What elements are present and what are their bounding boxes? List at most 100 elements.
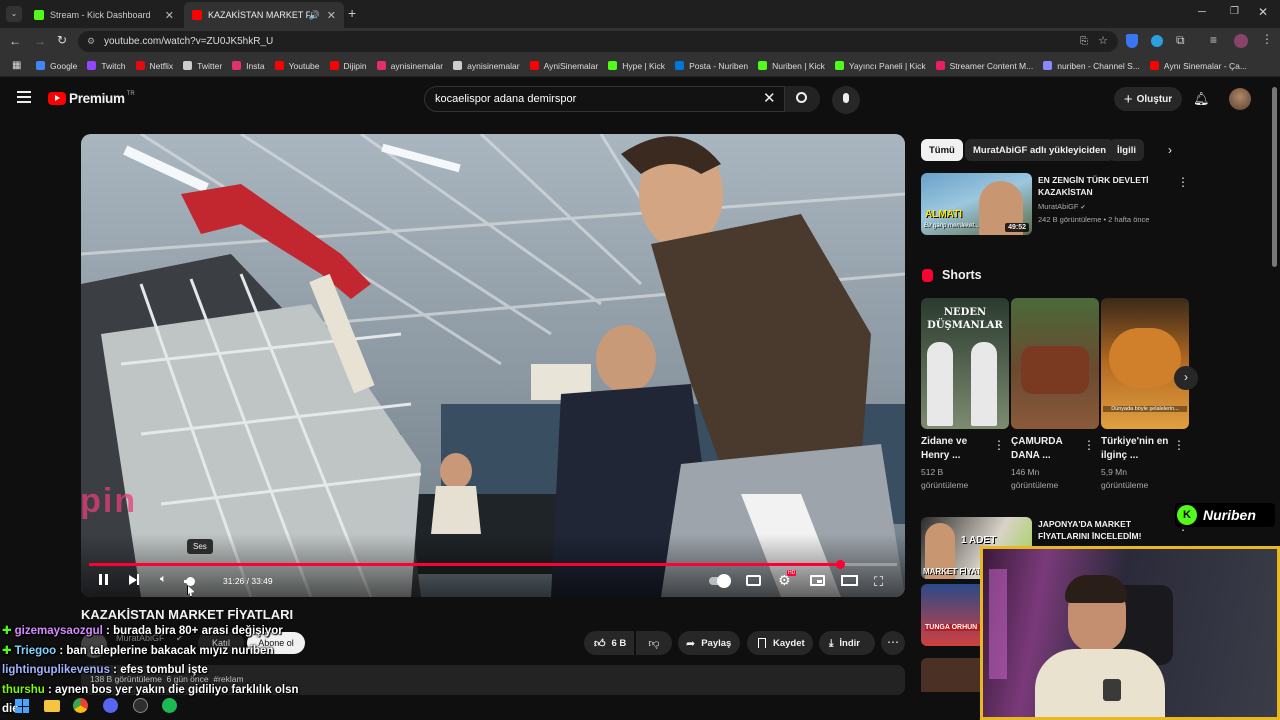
video-player[interactable]: dijipin Ses 🔈︎ 31:26 / 33:49 ⚙ HD [81, 134, 905, 597]
new-tab-icon[interactable]: + [348, 5, 356, 21]
tab-kick-dashboard[interactable]: Stream - Kick Dashboard ✕ [26, 2, 182, 28]
search-input[interactable]: kocaelispor adana demirspor ✕ [424, 86, 820, 112]
minimize-icon[interactable]: ─ [1198, 6, 1206, 18]
short-3-title[interactable]: Türkiye'nin en ilginç ... [1101, 435, 1171, 463]
bookmark-item[interactable]: Yayıncı Paneli | Kick [834, 61, 926, 71]
page-scrollbar[interactable] [1272, 87, 1277, 267]
create-button[interactable]: + Oluştur [1114, 87, 1182, 111]
back-icon[interactable]: ← [9, 34, 21, 48]
chips-next-icon[interactable]: › [1168, 143, 1172, 157]
file-explorer-icon[interactable] [44, 700, 60, 712]
bookmark-item[interactable]: AyniSinemalar [529, 61, 598, 71]
short-2[interactable]: ÇAMURDA DANA ... 146 Mn görüntüleme ⋮ [1011, 298, 1099, 490]
chip-from-uploader[interactable]: MuratAbiGF adlı yükleyiciden [965, 139, 1115, 161]
bookmark-item[interactable]: nuriben - Channel S... [1043, 61, 1140, 71]
bookmark-item[interactable]: Nuriben | Kick [758, 61, 825, 71]
bookmark-item[interactable]: Youtube [274, 61, 320, 71]
bookmark-item[interactable]: Twitch [87, 61, 126, 71]
rec1-menu-icon[interactable]: ⋮ [1177, 175, 1189, 189]
extensions-icon[interactable]: ⧉ [1176, 33, 1185, 48]
bookmark-star-icon[interactable]: ☆ [1098, 31, 1108, 52]
bookmark-item[interactable]: Posta - Nuriben [675, 61, 748, 71]
bookmark-item[interactable]: Insta [232, 61, 265, 71]
tab-youtube-video[interactable]: KAZAKİSTAN MARKET FİYATL 🔊 ✕ [184, 2, 344, 28]
short-3-menu-icon[interactable]: ⋮ [1173, 438, 1185, 452]
tab-search-icon[interactable]: ⌄ [6, 6, 22, 22]
bookmark-item[interactable]: aynisinemalar [376, 61, 443, 71]
miniplayer-button[interactable] [810, 575, 825, 589]
chip-all[interactable]: Tümü [921, 139, 963, 161]
short-2-menu-icon[interactable]: ⋮ [1083, 438, 1095, 452]
subtitles-button[interactable] [746, 575, 761, 589]
autoplay-toggle[interactable] [709, 574, 731, 588]
restore-icon[interactable]: ❐ [1230, 6, 1239, 17]
share-button[interactable]: ➦ Paylaş [678, 631, 740, 655]
bookmark-item[interactable]: Streamer Content M... [935, 61, 1033, 71]
chip-related[interactable]: İlgili [1109, 139, 1144, 161]
youtube-logo[interactable]: Premium TR [48, 91, 135, 106]
audio-playing-icon[interactable]: 🔊 [309, 10, 320, 21]
bookmark-item[interactable]: aynisinemalar [453, 60, 520, 71]
shorts-next-button[interactable]: › [1174, 366, 1198, 390]
short-3[interactable]: Dünyada böyle şelalelerin... Türkiye'nin… [1101, 298, 1189, 490]
close-window-icon[interactable]: ✕ [1258, 5, 1268, 19]
address-input[interactable]: ⚙ youtube.com/watch?v=ZU0JK5hkR_U ⎘ ☆ [78, 31, 1118, 52]
search-button[interactable] [784, 86, 820, 112]
obs-icon[interactable] [133, 698, 148, 713]
rec1-title[interactable]: EN ZENGİN TÜRK DEVLETİ KAZAKİSTAN [1038, 174, 1168, 198]
mute-button[interactable]: 🔈︎ [160, 573, 167, 586]
dislike-button[interactable]: 👎︎ [636, 631, 672, 655]
rec2-title[interactable]: JAPONYA'DA MARKET FİYATLARINI İNCELEDİM! [1038, 518, 1168, 542]
download-button[interactable]: ⤓ İndir [819, 631, 875, 655]
volume-knob[interactable] [186, 577, 195, 586]
spotify-icon[interactable] [162, 698, 177, 713]
notifications-bell-icon[interactable]: 🔔︎ [1193, 91, 1210, 107]
like-button[interactable]: 👍︎ 6 B [584, 631, 634, 655]
bookmark-item[interactable]: Google [36, 61, 77, 71]
voice-search-button[interactable] [832, 86, 860, 114]
short-1-menu-icon[interactable]: ⋮ [993, 438, 1005, 452]
close-tab-icon[interactable]: ✕ [327, 9, 336, 22]
rec1-thumbnail[interactable]: ALMATI Bir garip memleket... 49:52 [921, 173, 1032, 235]
bookmark-item[interactable]: Hype | Kick [608, 61, 665, 71]
short-1-title[interactable]: Zidane ve Henry ... [921, 435, 991, 463]
forward-icon[interactable]: → [34, 34, 46, 48]
bookmark-item[interactable]: Dijipin [329, 61, 367, 71]
short-2-title[interactable]: ÇAMURDA DANA ... [1011, 435, 1081, 463]
bookmark-item[interactable]: Aynı Sinemalar - Ça... [1149, 61, 1247, 71]
media-control-icon[interactable]: ≡ [1210, 33, 1217, 47]
recommended-video-1[interactable]: ALMATI Bir garip memleket... 49:52 EN ZE… [921, 173, 1189, 235]
close-tab-icon[interactable]: ✕ [165, 9, 174, 22]
bookmark-item[interactable]: Netflix [135, 61, 173, 71]
short-1-thumbnail[interactable]: NEDEN DÜŞMANLAR [921, 298, 1009, 429]
profile-avatar[interactable] [1234, 34, 1248, 48]
more-actions-button[interactable]: ⋯ [881, 631, 905, 655]
save-button[interactable]: Kaydet [747, 631, 813, 655]
account-avatar[interactable] [1229, 88, 1251, 110]
short-2-thumbnail[interactable] [1011, 298, 1099, 429]
site-info-icon[interactable]: ⚙ [87, 31, 95, 52]
pause-button[interactable] [99, 574, 108, 588]
settings-button[interactable]: ⚙ HD [778, 570, 797, 589]
apps-grid-icon[interactable]: ▦ [12, 60, 21, 71]
install-icon[interactable]: ⎘ [1080, 31, 1088, 52]
extension-shield-icon[interactable] [1126, 34, 1138, 48]
progress-bar[interactable] [89, 560, 897, 569]
guide-menu-icon[interactable] [17, 91, 31, 103]
short-3-thumbnail[interactable]: Dünyada böyle şelalelerin... [1101, 298, 1189, 429]
bookmark-label: aynisinemalar [467, 60, 520, 71]
short-1[interactable]: NEDEN DÜŞMANLAR Zidane ve Henry ... 512 … [921, 298, 1009, 490]
clear-search-icon[interactable]: ✕ [763, 87, 776, 111]
discord-icon[interactable] [103, 698, 118, 713]
volume-slider[interactable] [184, 577, 195, 586]
like-count: 6 B [611, 637, 627, 649]
next-button[interactable] [129, 574, 139, 588]
bookmark-item[interactable]: Twitter [183, 61, 222, 71]
browser-menu-icon[interactable]: ⋮ [1261, 32, 1273, 46]
reload-icon[interactable]: ↻ [57, 33, 67, 47]
windows-start-icon[interactable] [15, 699, 29, 713]
chrome-icon[interactable] [73, 698, 88, 713]
fullscreen-button[interactable]: ⛶ [874, 574, 883, 590]
theater-mode-button[interactable] [841, 575, 858, 589]
extension-globe-icon[interactable] [1151, 35, 1163, 47]
